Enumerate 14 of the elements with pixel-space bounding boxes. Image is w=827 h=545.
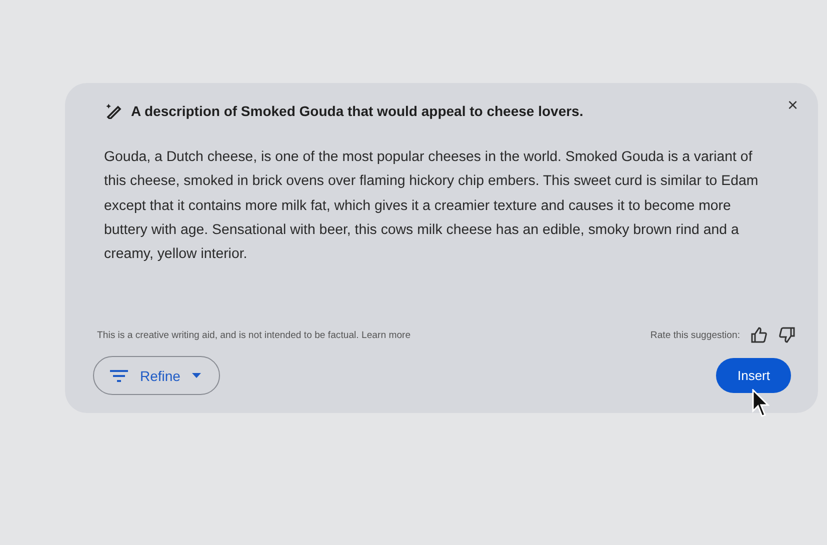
filter-icon <box>110 368 128 382</box>
disclaimer-text: This is a creative writing aid, and is not intended to be factual. Learn more <box>97 330 411 340</box>
caret-icon <box>192 373 202 378</box>
insert-button[interactable]: Insert <box>716 358 791 393</box>
close-button[interactable]: × <box>783 93 802 118</box>
generated-text: Gouda, a Dutch cheese, is one of the most popular cheeses in the world. Smoked Gouda is a variant of this cheese, smoked in brick ovens over flaming hickory chip embers. This sweet curd is similar to Edam except that it contains more milk fat, which gives it a creamier texture and causes it to become more buttery with age. Sensational with beer, this cows milk cheese has an edible, smoky brown rind and a creamy, yellow interior. <box>104 148 760 264</box>
refine-button[interactable]: Refine <box>93 356 220 395</box>
thumbs-down-icon[interactable] <box>778 326 796 344</box>
prompt-title: A description of Smoked Gouda that would appeal to cheese lovers. <box>131 103 584 119</box>
thumbs-up-icon[interactable] <box>750 326 768 344</box>
learn-more-link[interactable]: Learn more <box>362 330 411 340</box>
magic-pen-icon <box>105 103 123 119</box>
rate-label: Rate this suggestion: <box>650 330 740 340</box>
cursor-icon <box>752 389 772 419</box>
